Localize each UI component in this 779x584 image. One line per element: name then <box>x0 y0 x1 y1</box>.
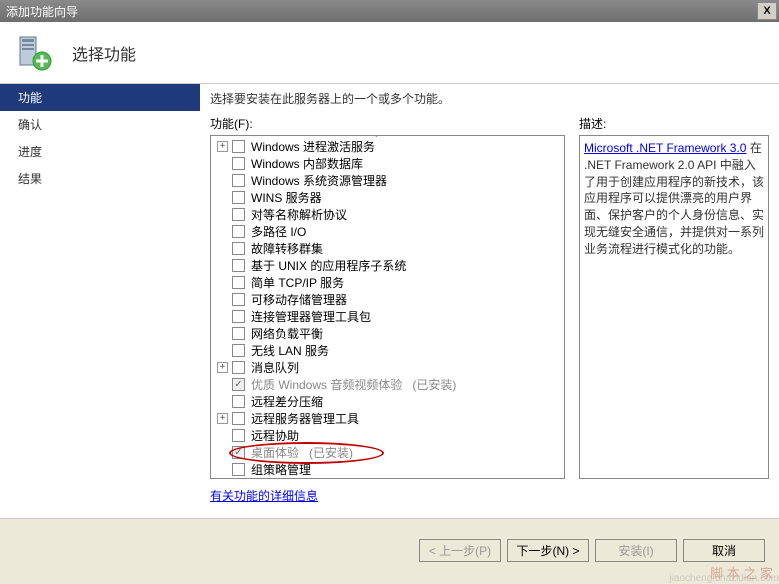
feature-checkbox[interactable] <box>232 463 245 476</box>
more-info-link[interactable]: 有关功能的详细信息 <box>210 487 565 504</box>
sidebar-item-3[interactable]: 结果 <box>0 165 200 192</box>
installed-badge: (已安装) <box>412 376 456 393</box>
description-label: 描述: <box>579 115 769 132</box>
close-button[interactable]: X <box>757 2 777 20</box>
feature-label: 远程协助 <box>251 427 299 444</box>
feature-label: Windows 内部数据库 <box>251 155 363 172</box>
feature-checkbox[interactable] <box>232 208 245 221</box>
feature-checkbox[interactable] <box>232 293 245 306</box>
feature-label: 网络负载平衡 <box>251 325 323 342</box>
next-button[interactable]: 下一步(N) > <box>507 539 589 562</box>
feature-row[interactable]: + 消息队列 <box>211 359 564 376</box>
expand-icon[interactable]: + <box>217 141 228 152</box>
feature-checkbox[interactable] <box>232 344 245 357</box>
description-box: Microsoft .NET Framework 3.0 在 .NET Fram… <box>579 135 769 479</box>
cancel-button[interactable]: 取消 <box>683 539 765 562</box>
content-area: 功能确认进度结果 选择要安装在此服务器上的一个或多个功能。 功能(F): +Wi… <box>0 84 779 518</box>
feature-row[interactable]: 组策略管理 <box>211 461 564 478</box>
feature-checkbox[interactable] <box>232 135 245 136</box>
feature-checkbox[interactable] <box>232 174 245 187</box>
description-title-link[interactable]: Microsoft .NET Framework 3.0 <box>584 141 746 155</box>
expand-icon[interactable]: + <box>217 362 228 373</box>
feature-row[interactable]: 多路径 I/O <box>211 223 564 240</box>
titlebar: 添加功能向导 X <box>0 0 779 22</box>
feature-row[interactable]: 无线 LAN 服务 <box>211 342 564 359</box>
feature-checkbox[interactable] <box>232 412 245 425</box>
feature-row[interactable]: 连接管理器管理工具包 <box>211 308 564 325</box>
feature-row[interactable]: 对等名称解析协议 <box>211 206 564 223</box>
feature-row[interactable]: 可移动存储管理器 <box>211 291 564 308</box>
prev-button[interactable]: < 上一步(P) <box>419 539 501 562</box>
sidebar-item-0[interactable]: 功能 <box>0 84 200 111</box>
window-title: 添加功能向导 <box>6 3 78 20</box>
feature-row[interactable]: 简单 TCP/IP 服务 <box>211 274 564 291</box>
feature-label: 远程服务器管理工具 <box>251 410 359 427</box>
feature-row[interactable]: 基于 UNIX 的应用程序子系统 <box>211 257 564 274</box>
feature-checkbox <box>232 378 245 391</box>
feature-label: 优质 Windows 音频视频体验 <box>251 376 402 393</box>
feature-checkbox[interactable] <box>232 310 245 323</box>
description-text: 在 .NET Framework 2.0 API 中融入了用于创建应用程序的新技… <box>584 141 764 256</box>
feature-label: Windows 系统资源管理器 <box>251 172 387 189</box>
feature-row[interactable]: + 远程服务器管理工具 <box>211 410 564 427</box>
feature-row[interactable]: 桌面体验 (已安装) <box>211 444 564 461</box>
instruction-text: 选择要安装在此服务器上的一个或多个功能。 <box>210 90 769 107</box>
feature-checkbox[interactable] <box>232 276 245 289</box>
feature-label: 多路径 I/O <box>251 223 306 240</box>
feature-row[interactable]: Windows 内部数据库 <box>211 155 564 172</box>
button-bar: < 上一步(P) 下一步(N) > 安装(I) 取消 <box>0 518 779 582</box>
page-title: 选择功能 <box>72 41 136 65</box>
feature-label: 连接管理器管理工具包 <box>251 308 371 325</box>
feature-label: 简单 TCP/IP 服务 <box>251 274 344 291</box>
feature-row[interactable]: + Windows 进程激活服务 <box>211 138 564 155</box>
feature-label: 组策略管理 <box>251 461 311 478</box>
feature-checkbox[interactable] <box>232 157 245 170</box>
feature-checkbox[interactable] <box>232 259 245 272</box>
feature-label: WINS 服务器 <box>251 189 322 206</box>
feature-checkbox[interactable] <box>232 225 245 238</box>
main-panel: 选择要安装在此服务器上的一个或多个功能。 功能(F): +Windows Ser… <box>200 84 779 518</box>
feature-label: 对等名称解析协议 <box>251 206 347 223</box>
sidebar: 功能确认进度结果 <box>0 84 200 518</box>
feature-label: Windows 进程激活服务 <box>251 138 375 155</box>
feature-checkbox[interactable] <box>232 140 245 153</box>
feature-checkbox[interactable] <box>232 361 245 374</box>
sidebar-item-2[interactable]: 进度 <box>0 138 200 165</box>
feature-row[interactable]: WINS 服务器 <box>211 189 564 206</box>
feature-checkbox <box>232 446 245 459</box>
feature-checkbox[interactable] <box>232 327 245 340</box>
feature-checkbox[interactable] <box>232 242 245 255</box>
feature-row[interactable]: Windows 系统资源管理器 <box>211 172 564 189</box>
feature-label: 基于 UNIX 的应用程序子系统 <box>251 257 406 274</box>
wizard-icon <box>14 33 54 73</box>
feature-label: 可移动存储管理器 <box>251 291 347 308</box>
expand-icon[interactable]: + <box>217 413 228 424</box>
features-label: 功能(F): <box>210 115 565 132</box>
feature-checkbox[interactable] <box>232 429 245 442</box>
feature-row[interactable]: 远程差分压缩 <box>211 393 564 410</box>
feature-row[interactable]: 网络负载平衡 <box>211 325 564 342</box>
feature-checkbox[interactable] <box>232 395 245 408</box>
feature-label: 无线 LAN 服务 <box>251 342 329 359</box>
install-button[interactable]: 安装(I) <box>595 539 677 562</box>
installed-badge: (已安装) <box>309 444 353 461</box>
feature-row[interactable]: 故障转移群集 <box>211 240 564 257</box>
feature-label: 故障转移群集 <box>251 240 323 257</box>
feature-label: 远程差分压缩 <box>251 393 323 410</box>
feature-row[interactable]: 远程协助 <box>211 427 564 444</box>
features-tree[interactable]: +Windows Server Backup 功能+Windows 进程激活服务… <box>210 135 565 479</box>
sidebar-item-1[interactable]: 确认 <box>0 111 200 138</box>
feature-label: 桌面体验 <box>251 444 299 461</box>
feature-checkbox[interactable] <box>232 191 245 204</box>
wizard-header: 选择功能 <box>0 22 779 84</box>
feature-label: 消息队列 <box>251 359 299 376</box>
feature-row[interactable]: 优质 Windows 音频视频体验 (已安装) <box>211 376 564 393</box>
